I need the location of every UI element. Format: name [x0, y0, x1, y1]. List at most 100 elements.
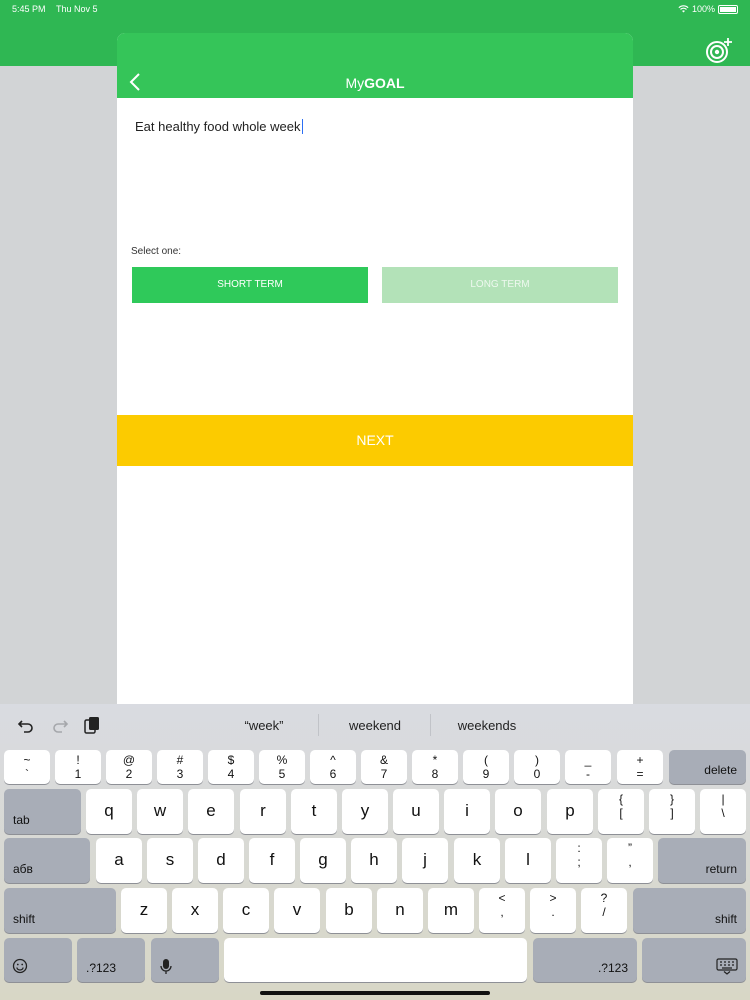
next-button[interactable]: NEXT [117, 415, 633, 466]
key-7[interactable]: & 7 [361, 750, 407, 784]
key-e[interactable]: e [188, 789, 234, 834]
key-x[interactable]: x [172, 888, 218, 933]
key-angle-1[interactable]: >. [530, 888, 576, 933]
key-c[interactable]: c [223, 888, 269, 933]
shift-left-key[interactable]: shift [4, 888, 116, 933]
key-r[interactable]: r [240, 789, 286, 834]
key-0[interactable]: ~ ` [4, 750, 50, 784]
key-y[interactable]: y [342, 789, 388, 834]
key-bottom-symbol: 5 [278, 767, 286, 781]
key-label: абв [13, 862, 33, 876]
key-w[interactable]: w [137, 789, 183, 834]
key-d[interactable]: d [198, 838, 244, 883]
key-l[interactable]: l [505, 838, 551, 883]
key-top-symbol: ! [76, 753, 80, 767]
key-punct-1[interactable]: ”, [607, 838, 653, 883]
key-f[interactable]: f [249, 838, 295, 883]
key-n[interactable]: n [377, 888, 423, 933]
long-term-button[interactable]: LONG TERM [382, 267, 618, 303]
target-add-icon[interactable] [704, 36, 734, 64]
key-t[interactable]: t [291, 789, 337, 834]
key-top-symbol: % [276, 753, 288, 767]
key-bottom-symbol: 7 [380, 767, 388, 781]
key-s[interactable]: s [147, 838, 193, 883]
key-angle-2[interactable]: ? / [581, 888, 627, 933]
battery-icon [718, 4, 738, 14]
key-letter: i [465, 801, 469, 820]
key-4[interactable]: $4 [208, 750, 254, 784]
key-1[interactable]: ! 1 [55, 750, 101, 784]
key-5[interactable]: % 5 [259, 750, 305, 784]
key-q[interactable]: q [86, 789, 132, 834]
key-m[interactable]: m [428, 888, 474, 933]
key-u[interactable]: u [393, 789, 439, 834]
redo-icon[interactable] [50, 715, 70, 735]
suggestion-3[interactable]: weekends [437, 718, 537, 733]
numbers-right-key[interactable]: .?123 [533, 938, 637, 982]
home-indicator [260, 991, 490, 995]
hide-keyboard-key[interactable] [642, 938, 746, 982]
delete-key[interactable]: delete [669, 750, 746, 784]
key-9[interactable]: (9 [463, 750, 509, 784]
key-bracket-0[interactable]: {[ [598, 789, 644, 834]
key-punct-0[interactable]: :; [556, 838, 602, 883]
key-letter: n [395, 900, 405, 919]
key-bottom-symbol: 6 [329, 767, 337, 781]
goal-sheet: MyGOAL Eat healthy food whole week Selec… [117, 33, 633, 723]
key-i[interactable]: i [444, 789, 490, 834]
key-letter: a [114, 850, 124, 869]
key-label: shift [13, 912, 36, 926]
key-6[interactable]: ^ 6 [310, 750, 356, 784]
key-z[interactable]: z [121, 888, 167, 933]
key-2[interactable]: @2 [106, 750, 152, 784]
text-caret [301, 119, 303, 134]
key-letter: p [565, 801, 575, 820]
key-label: shift [714, 912, 737, 926]
key-letter: u [411, 801, 421, 820]
key-p[interactable]: p [547, 789, 593, 834]
return-key[interactable]: return [658, 838, 746, 883]
short-term-button[interactable]: SHORT TERM [132, 267, 368, 303]
key-letter: o [513, 801, 523, 820]
key-b[interactable]: b [326, 888, 372, 933]
key-top-symbol: { [618, 792, 623, 806]
key-o[interactable]: o [495, 789, 541, 834]
language-key[interactable]: абв [4, 838, 90, 883]
key-k[interactable]: k [454, 838, 500, 883]
key-v[interactable]: v [274, 888, 320, 933]
shift-right-key[interactable]: shift [633, 888, 746, 933]
numbers-left-key[interactable]: .?123 [77, 938, 145, 982]
key-top-symbol: + [636, 753, 644, 767]
key-bracket-1[interactable]: }] [649, 789, 695, 834]
key-letter: e [206, 801, 216, 820]
key-a[interactable]: a [96, 838, 142, 883]
paste-icon[interactable] [82, 715, 102, 735]
key-bottom-symbol: , [628, 855, 632, 869]
key-10[interactable]: ) 0 [514, 750, 560, 784]
key-top-symbol: & [379, 753, 388, 767]
select-term-label: Select one: [131, 246, 182, 257]
mic-key[interactable] [151, 938, 219, 982]
key-8[interactable]: * 8 [412, 750, 458, 784]
key-h[interactable]: h [351, 838, 397, 883]
key-g[interactable]: g [300, 838, 346, 883]
emoji-key[interactable] [4, 938, 72, 982]
key-12[interactable]: + = [617, 750, 663, 784]
tab-key[interactable]: tab [4, 789, 81, 834]
key-j[interactable]: j [402, 838, 448, 883]
suggestion-2[interactable]: weekend [325, 718, 425, 733]
key-bottom-symbol: ] [670, 806, 674, 820]
key-top-symbol: : [577, 841, 581, 855]
battery-percent: 100% [691, 4, 715, 14]
suggestion-1[interactable]: “week” [214, 718, 314, 733]
space-key[interactable] [224, 938, 527, 982]
key-11[interactable]: _ - [565, 750, 611, 784]
key-label: .?123 [597, 961, 628, 975]
key-bottom-symbol: \ [721, 806, 725, 820]
goal-text-input[interactable]: Eat healthy food whole week [135, 119, 303, 134]
key-letter: h [369, 850, 379, 869]
key-angle-0[interactable]: <, [479, 888, 525, 933]
undo-icon[interactable] [16, 715, 36, 735]
key-bracket-2[interactable]: | \ [700, 789, 746, 834]
key-3[interactable]: #3 [157, 750, 203, 784]
